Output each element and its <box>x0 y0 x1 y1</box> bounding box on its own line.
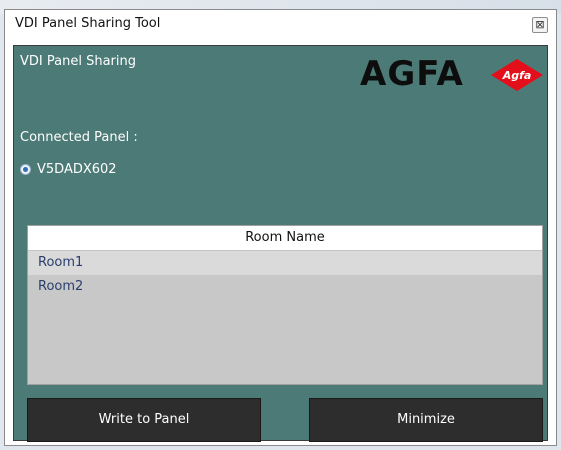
close-button[interactable]: ⊠ <box>532 17 548 33</box>
table-row[interactable]: Room2 <box>28 275 542 299</box>
panel-radio-label: V5DADX602 <box>37 161 117 177</box>
app-heading: VDI Panel Sharing <box>20 54 136 69</box>
radio-selected-icon[interactable] <box>20 163 31 175</box>
agfa-badge-icon: Agfa <box>491 59 543 91</box>
agfa-logo-text: AGFA <box>360 54 464 94</box>
panel-radio-option[interactable]: V5DADX602 <box>20 160 117 178</box>
app-window: VDI Panel Sharing Tool ⊠ VDI Panel Shari… <box>4 9 557 446</box>
room-name-column-header[interactable]: Room Name <box>28 226 542 251</box>
main-panel: VDI Panel Sharing AGFA Agfa Connected Pa… <box>13 45 548 442</box>
minimize-button[interactable]: Minimize <box>309 398 543 442</box>
room-table: Room Name Room1 Room2 <box>27 225 543 385</box>
connected-panel-label: Connected Panel : <box>20 130 138 145</box>
table-row[interactable]: Room1 <box>28 251 542 275</box>
write-to-panel-button[interactable]: Write to Panel <box>27 398 261 442</box>
title-bar: VDI Panel Sharing Tool ⊠ <box>5 10 556 40</box>
window-title: VDI Panel Sharing Tool <box>15 16 161 31</box>
agfa-badge-label: Agfa <box>502 69 532 82</box>
close-icon: ⊠ <box>535 18 545 31</box>
